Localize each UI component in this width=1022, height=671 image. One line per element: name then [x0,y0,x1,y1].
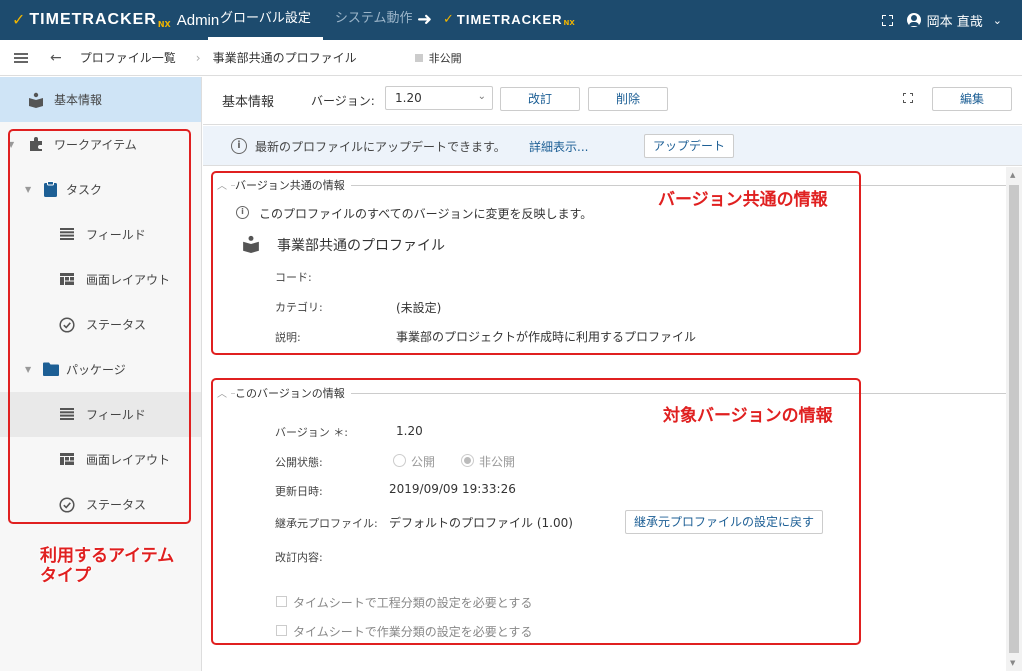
top-nav: グローバル設定 システム動作 [208,0,425,40]
logo-check-icon: ✓ [12,10,26,29]
menu-icon[interactable] [14,52,28,63]
annotation-box-item-types [8,129,191,524]
version-select-value: 1.20 [395,91,422,105]
fullscreen-icon[interactable] [881,14,893,26]
user-avatar-icon[interactable] [906,13,921,27]
chevron-down-icon[interactable]: ⌄ [993,14,1002,27]
annotation-common-info: バージョン共通の情報 [658,190,828,210]
annotation-item-types-line2: タイプ [40,566,91,586]
scroll-down-icon[interactable]: ▼ [1010,659,1015,667]
banner-text: 最新のプロファイルにアップデートできます。 [255,140,506,154]
scrollbar-thumb[interactable] [1009,185,1019,653]
version-label: バージョン: [311,94,375,108]
top-header: ✓ TIMETRACKER NX Admin グローバル設定 システム動作 ➜ … [0,0,1022,40]
tab-global-settings[interactable]: グローバル設定 [208,0,323,40]
chevron-down-icon: ⌄ [477,91,486,102]
user-name[interactable]: 岡本 直哉 [927,11,983,30]
revise-button[interactable]: 改訂 [500,87,580,111]
arrow-right-icon: ➜ [417,9,433,30]
update-button[interactable]: アップデート [644,134,734,158]
logo-nx: NX [157,19,171,29]
breadcrumb-separator-icon: › [195,50,201,65]
breadcrumb: ← プロファイル一覧 › 事業部共通のプロファイル 非公開 [0,40,1022,76]
edit-button[interactable]: 編集 [932,87,1012,111]
annotation-version-info: 対象バージョンの情報 [663,406,833,426]
status-badge: 非公開 [428,51,462,65]
info-icon: i [231,138,247,154]
book-reader-icon [29,92,43,108]
content-header: 基本情報 バージョン: 1.20 ⌄ 改訂 削除 編集 [203,77,1022,125]
breadcrumb-profile-list[interactable]: プロファイル一覧 [80,49,176,66]
breadcrumb-current-profile: 事業部共通のプロファイル [212,51,357,65]
delete-button[interactable]: 削除 [588,87,668,111]
details-link[interactable]: 詳細表示... [529,138,588,155]
back-arrow-icon[interactable]: ← [50,50,62,66]
scroll-up-icon[interactable]: ▲ [1010,171,1015,179]
sidebar-item-basic-info[interactable]: 基本情報 [0,77,201,122]
vertical-scrollbar[interactable]: ▲ ▼ [1006,167,1022,671]
target-logo-text: TIMETRACKER [456,12,563,27]
update-banner: i 最新のプロファイルにアップデートできます。 詳細表示... アップデート [203,126,1022,166]
page-title: 基本情報 [222,95,275,110]
status-square-icon [414,53,423,62]
target-app-logo[interactable]: ✓ TIMETRACKER NX [443,12,575,27]
version-select[interactable]: 1.20 ⌄ [385,86,493,110]
annotation-item-types-line1: 利用するアイテム [40,546,175,566]
sidebar-item-label: 基本情報 [54,93,103,107]
tab-system-behavior[interactable]: システム動作 [323,0,425,40]
fullscreen-icon[interactable] [903,93,913,103]
app-logo[interactable]: ✓ TIMETRACKER NX Admin [12,10,219,30]
target-logo-nx: NX [563,18,575,27]
user-area: 岡本 直哉 ⌄ [881,0,1002,40]
logo-check-icon: ✓ [443,12,454,27]
logo-text: TIMETRACKER [29,11,157,28]
